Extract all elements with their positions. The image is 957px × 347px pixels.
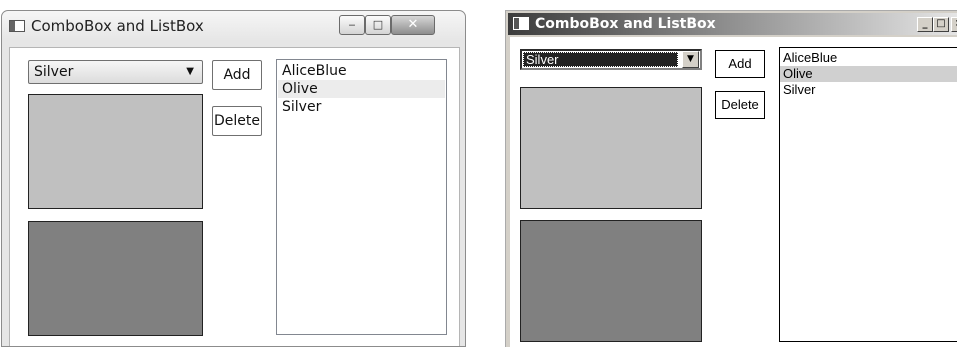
classic-window: ComboBox and ListBox _ □ × Silver ▼ Add … (505, 10, 957, 347)
add-button[interactable]: Add (212, 60, 262, 90)
secondary-color-swatch (28, 221, 203, 336)
chevron-down-icon[interactable]: ▼ (682, 51, 699, 68)
selected-color-swatch (520, 87, 702, 209)
window-titlebar: ComboBox and ListBox _ □ × (508, 13, 957, 35)
list-item[interactable]: Silver (278, 98, 445, 116)
window-app-icon (513, 17, 529, 30)
list-item[interactable]: AliceBlue (278, 62, 445, 80)
window-title: ComboBox and ListBox (31, 17, 204, 35)
window-client-area: Silver ▼ Add Delete AliceBlue Olive Silv… (9, 47, 460, 346)
combobox-selected-value: Silver (526, 52, 559, 67)
delete-button[interactable]: Delete (212, 106, 262, 136)
maximize-button[interactable]: □ (933, 17, 949, 32)
add-button[interactable]: Add (715, 50, 765, 78)
maximize-button[interactable]: □ (365, 15, 391, 35)
color-listbox[interactable]: AliceBlue Olive Silver (276, 59, 447, 335)
color-combobox[interactable]: Silver ▼ (520, 49, 702, 70)
list-item[interactable]: AliceBlue (780, 50, 957, 66)
minimize-button[interactable]: ‒ (339, 15, 365, 35)
selected-color-swatch (28, 94, 203, 209)
minimize-button[interactable]: _ (917, 17, 933, 32)
win7-window: ComboBox and ListBox ‒ □ ✕ Silver ▼ Add … (1, 10, 466, 347)
delete-button[interactable]: Delete (715, 91, 765, 119)
color-combobox[interactable]: Silver ▼ (28, 60, 203, 84)
combobox-selected-value: Silver (34, 64, 74, 80)
list-item[interactable]: Silver (780, 82, 957, 98)
chevron-down-icon[interactable]: ▼ (186, 67, 194, 77)
close-button[interactable]: × (951, 17, 957, 32)
window-title: ComboBox and ListBox (535, 16, 716, 32)
secondary-color-swatch (520, 220, 702, 342)
list-item-selected[interactable]: Olive (278, 80, 445, 98)
window-client-area: Silver ▼ Add Delete AliceBlue Olive Silv… (510, 37, 957, 347)
combobox-selection-highlight: Silver (523, 52, 678, 67)
close-button[interactable]: ✕ (391, 15, 435, 35)
color-listbox[interactable]: AliceBlue Olive Silver (779, 47, 957, 342)
window-app-icon (9, 20, 25, 32)
list-item-selected[interactable]: Olive (780, 66, 957, 82)
